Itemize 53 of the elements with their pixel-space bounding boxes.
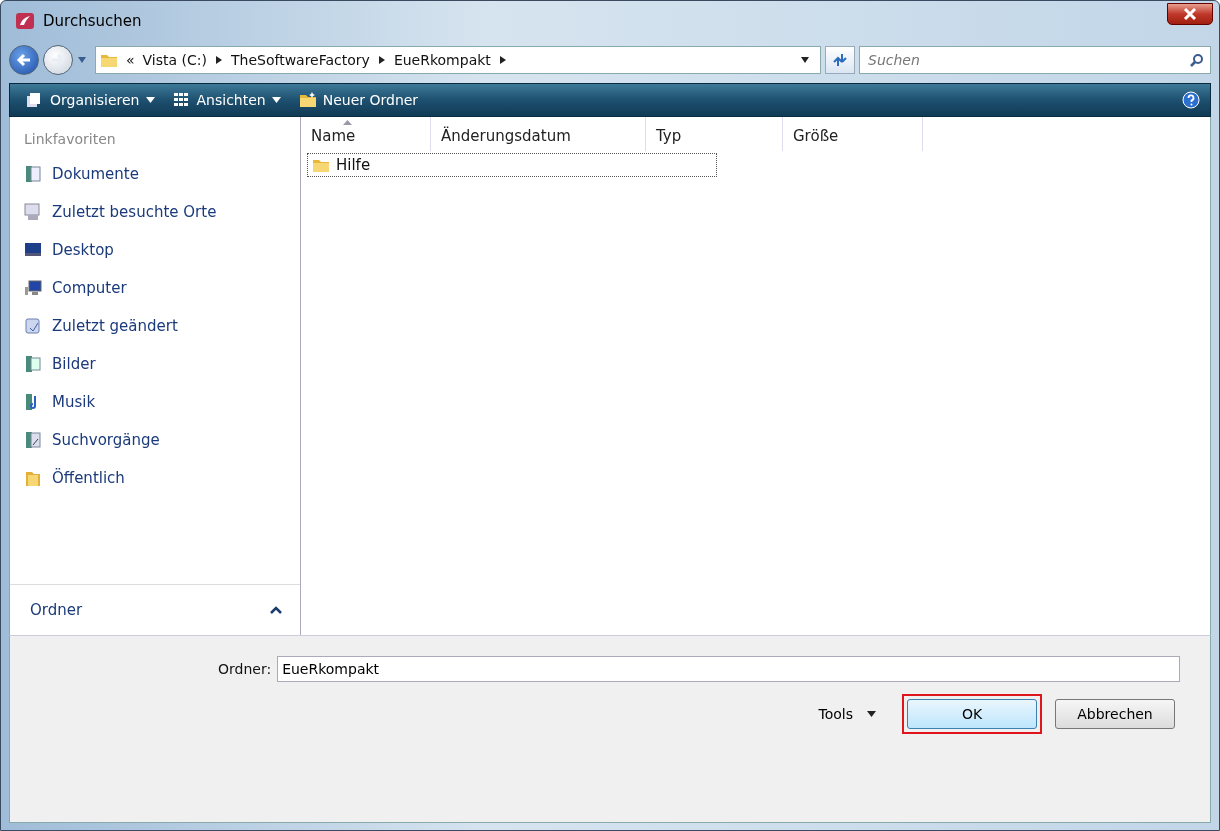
- breadcrumb-arrow-icon[interactable]: [498, 55, 507, 65]
- tools-menu-button[interactable]: Tools: [814, 702, 880, 726]
- folder-name-field[interactable]: EueRkompakt: [277, 656, 1180, 682]
- toolbar-button[interactable]: Organisieren: [20, 88, 161, 112]
- refresh-arrows-icon: [832, 53, 848, 67]
- sidebar-item[interactable]: Öffentlich: [10, 459, 300, 497]
- breadcrumb-arrow-icon[interactable]: [214, 55, 223, 65]
- public-folder-icon: [24, 469, 42, 487]
- clock-window-icon: [24, 203, 42, 221]
- sidebar-item[interactable]: Dokumente: [10, 155, 300, 193]
- search-field[interactable]: Suchen: [859, 46, 1211, 74]
- help-button[interactable]: [1182, 91, 1200, 109]
- close-icon: [1183, 8, 1197, 20]
- back-arrow-icon: [15, 51, 33, 69]
- section-heading: Linkfavoriten: [23, 130, 117, 149]
- document-icon: [24, 165, 42, 183]
- toolbar-button[interactable]: Neuer Ordner: [292, 88, 425, 112]
- file-row[interactable]: Hilfe: [307, 153, 717, 177]
- search-icon: [1190, 53, 1204, 67]
- sidebar-item[interactable]: Zuletzt besuchte Orte: [10, 193, 300, 231]
- refresh-button[interactable]: [825, 46, 855, 74]
- new-folder-icon: [298, 91, 317, 109]
- back-button[interactable]: [9, 45, 39, 75]
- sidebar-item[interactable]: Bilder: [10, 345, 300, 383]
- ok-button[interactable]: OK: [907, 699, 1037, 729]
- toolbar-button[interactable]: Ansichten: [166, 88, 287, 112]
- breadcrumb-segment[interactable]: TheSoftwareFactory: [230, 52, 370, 68]
- recent-changes-icon: [24, 317, 42, 335]
- window-title: Durchsuchen: [43, 12, 142, 30]
- address-overflow[interactable]: «: [126, 52, 135, 68]
- breadcrumb-segment[interactable]: Vista (C:): [142, 52, 207, 68]
- address-dropdown-icon[interactable]: [800, 56, 810, 64]
- sidebar-item[interactable]: Musik: [10, 383, 300, 421]
- grid-view-icon: [172, 91, 191, 109]
- breadcrumb-segment[interactable]: EueRkompakt: [393, 52, 491, 68]
- computer-icon: [24, 279, 42, 297]
- app-icon: [15, 11, 35, 31]
- help-icon: [1182, 91, 1200, 109]
- cancel-button[interactable]: Abbrechen: [1055, 699, 1175, 729]
- breadcrumb-arrow-icon[interactable]: [377, 55, 386, 65]
- field-label: Ordner:: [218, 661, 272, 677]
- sidebar-item[interactable]: Zuletzt geändert: [10, 307, 300, 345]
- sidebar-item[interactable]: Computer: [10, 269, 300, 307]
- close-button[interactable]: [1167, 3, 1213, 25]
- forward-button[interactable]: [43, 45, 73, 75]
- dropdown-caret-icon: [867, 711, 876, 717]
- address-bar[interactable]: « Vista (C:) TheSoftwareFactory EueRkompakt: [95, 46, 821, 74]
- sidebar-item[interactable]: Desktop: [10, 231, 300, 269]
- search-folder-icon: [24, 431, 42, 449]
- history-dropdown-icon[interactable]: [77, 56, 87, 64]
- sidebar-item[interactable]: Suchvorgänge: [10, 421, 300, 459]
- monitor-icon: [24, 241, 42, 259]
- pictures-folder-icon: [24, 355, 42, 373]
